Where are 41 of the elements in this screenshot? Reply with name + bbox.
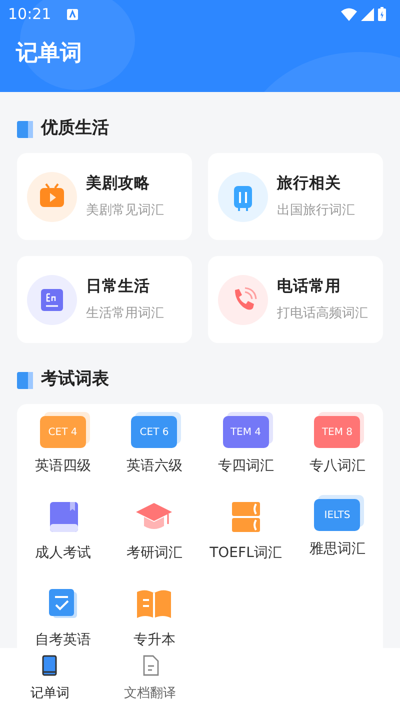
status-time: 10:21: [8, 4, 52, 25]
book-icon: [41, 655, 59, 676]
page-title: 记单词: [14, 40, 83, 68]
exam-badge-icon: TEM 4: [222, 416, 269, 448]
wifi-icon: [341, 8, 357, 20]
exam-badge-icon: CET 4: [40, 416, 86, 448]
card-title: 旅行相关: [277, 173, 342, 194]
nav-tab[interactable]: 文档翻译: [100, 648, 200, 711]
exam-item-label[interactable]: 自考英语: [34, 630, 91, 648]
exam-item-label[interactable]: 专四词汇: [218, 456, 274, 477]
card-title: 电话常用: [277, 276, 342, 298]
book-icon: [17, 120, 33, 138]
card-subtitle: 出国旅行词汇: [277, 202, 355, 220]
card-subtitle: 打电话高频词汇: [277, 305, 368, 324]
exam-item-label[interactable]: 专八词汇: [309, 456, 366, 477]
exam-item-label[interactable]: 雅思词汇: [309, 539, 366, 560]
exam-badge-icon: IELTS: [314, 499, 360, 531]
category-card[interactable]: 美剧攻略 美剧常见词汇: [17, 153, 192, 240]
card-title: 美剧攻略: [86, 173, 151, 194]
exam-badge-icon: CET 6: [131, 416, 178, 448]
signal-icon: [361, 8, 374, 20]
exam-item-label[interactable]: 成人考试: [34, 543, 91, 564]
section-title: 优质生活: [41, 117, 109, 140]
nav-tab[interactable]: 记单词: [0, 648, 100, 711]
card-subtitle: 美剧常见词汇: [86, 202, 164, 220]
document-icon: [141, 655, 159, 676]
battery-icon: [378, 7, 386, 21]
exam-item-label[interactable]: 英语四级: [34, 456, 91, 477]
exam-item-label[interactable]: 考研词汇: [126, 543, 182, 564]
exam-item-label[interactable]: 英语六级: [126, 456, 182, 477]
notification-icon: [67, 8, 78, 20]
section-title: 考试词表: [41, 368, 109, 392]
exam-badge-icon: TEM 8: [314, 416, 360, 448]
exam-item-label[interactable]: 专升本: [133, 630, 176, 648]
category-card[interactable]: 旅行相关 出国旅行词汇: [208, 153, 383, 240]
book-icon: [17, 372, 33, 388]
card-title: 日常生活: [86, 276, 151, 298]
category-card[interactable]: 日常生活 生活常用词汇: [17, 256, 192, 343]
card-subtitle: 生活常用词汇: [86, 305, 164, 324]
exam-item-label[interactable]: TOEFL词汇: [210, 543, 282, 564]
category-card[interactable]: 电话常用 打电话高频词汇: [208, 256, 383, 343]
